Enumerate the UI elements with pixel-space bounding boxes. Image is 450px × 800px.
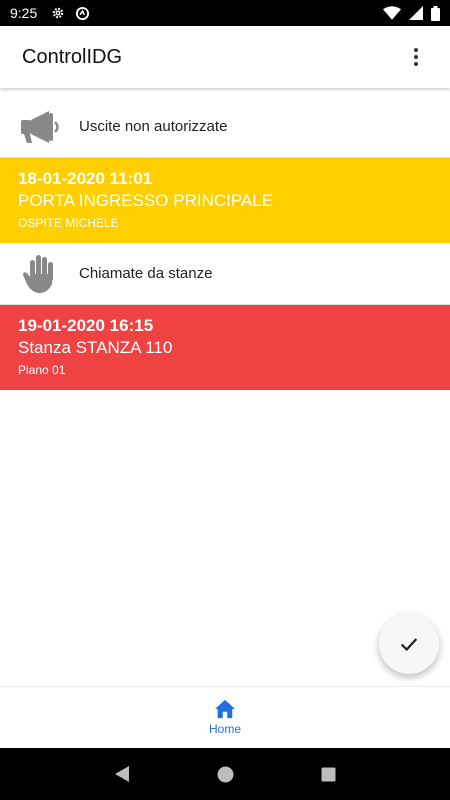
system-nav-bar [0,748,450,800]
more-vert-icon[interactable] [404,45,428,69]
home-circle-icon[interactable] [217,766,234,783]
alert-datetime: 18-01-2020 11:01 [18,169,153,188]
alert-datetime: 19-01-2020 16:15 [18,316,154,335]
gear-icon [53,7,64,19]
home-icon [214,699,235,719]
app-title: ControlIDG [22,45,123,68]
nav-home[interactable]: Home [209,699,241,736]
section-header-chiamate: Chiamate da stanze [0,243,450,305]
section-label: Uscite non autorizzate [79,118,228,135]
alert-title: Stanza STANZA 110 [18,338,173,357]
alert-subtitle: Piano 01 [18,363,66,377]
megaphone-icon [18,105,62,149]
status-time: 9:25 [10,5,38,21]
section-header-uscite: Uscite non autorizzate [0,96,450,158]
section-label: Chiamate da stanze [79,265,213,282]
nav-home-label: Home [208,722,241,736]
status-bar: 9:25 [0,0,450,26]
alert-list: Uscite non autorizzate 18-01-2020 11:01 … [0,96,450,390]
battery-icon [431,5,440,21]
bottom-nav: Home [0,686,450,748]
alert-subtitle: OSPITE MICHELE [18,216,119,230]
wifi-icon [383,6,401,20]
signal-icon [409,6,423,20]
sync-icon [76,6,90,20]
recents-icon[interactable] [321,767,336,782]
confirm-button[interactable] [379,614,439,674]
alert-card[interactable]: 18-01-2020 11:01 PORTA INGRESSO PRINCIPA… [0,158,450,243]
alert-title: PORTA INGRESSO PRINCIPALE [18,191,274,210]
hand-icon [18,252,62,296]
alert-card[interactable]: 19-01-2020 16:15 Stanza STANZA 110 Piano… [0,305,450,390]
check-icon [400,638,418,652]
back-icon[interactable] [114,765,130,783]
app-bar: ControlIDG [0,26,450,88]
